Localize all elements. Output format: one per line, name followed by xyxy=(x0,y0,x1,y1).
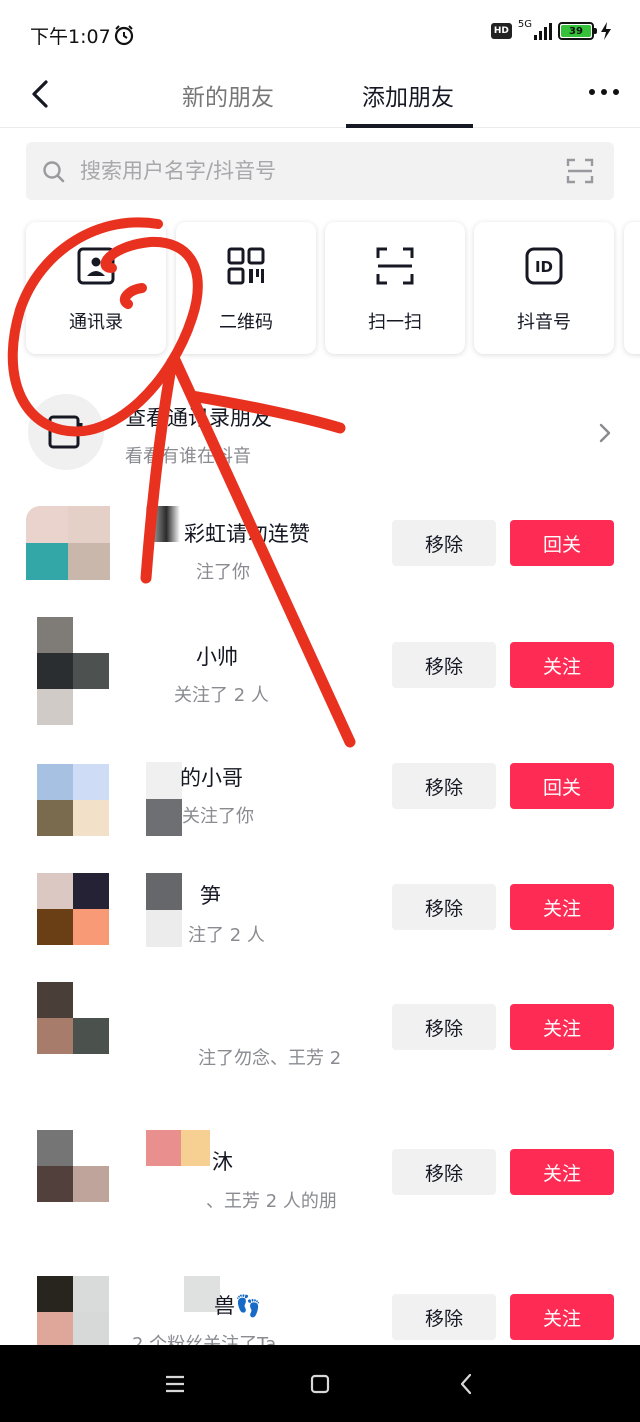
id-icon: ID xyxy=(525,247,563,285)
remove-button[interactable]: 移除 xyxy=(392,1294,496,1340)
search-box xyxy=(26,142,614,200)
tab-add-friends[interactable]: 添加朋友 xyxy=(362,78,454,112)
friend-avatar[interactable] xyxy=(37,982,109,1054)
quick-action-qr-code[interactable]: 二维码 xyxy=(176,222,316,354)
remove-button[interactable]: 移除 xyxy=(392,884,496,930)
quick-action-douyin-id[interactable]: ID 抖音号 xyxy=(474,222,614,354)
scan-icon[interactable] xyxy=(566,157,594,185)
friend-row: 兽👣 2 个粉丝关注了Ta 移除 关注 xyxy=(0,1274,640,1345)
remove-button[interactable]: 移除 xyxy=(392,642,496,688)
svg-text:ID: ID xyxy=(535,258,553,276)
friend-avatar[interactable] xyxy=(37,1130,109,1202)
follow-button[interactable]: 关注 xyxy=(510,1004,614,1050)
follow-button[interactable]: 关注 xyxy=(510,1294,614,1340)
remove-button[interactable]: 移除 xyxy=(392,1004,496,1050)
friend-avatar[interactable] xyxy=(26,506,110,580)
qr-code-icon xyxy=(227,247,265,285)
header: 新的朋友 添加朋友 xyxy=(0,60,640,128)
search-icon xyxy=(43,161,65,183)
friend-avatar[interactable] xyxy=(37,617,109,725)
quick-actions: 通讯录 二维码 扫一扫 ID 抖音号 xyxy=(0,222,640,356)
view-contacts-row[interactable]: 查看通讯录朋友 看看有谁在抖音 xyxy=(0,384,640,484)
remove-button[interactable]: 移除 xyxy=(392,763,496,809)
contacts-subtitle: 看看有谁在抖音 xyxy=(125,446,251,467)
signal-icon xyxy=(534,22,552,40)
quick-action-label: 通讯录 xyxy=(69,312,123,333)
follow-back-button[interactable]: 回关 xyxy=(510,763,614,809)
friend-row: 注了勿念、王芳 2 移除 关注 xyxy=(0,982,640,1072)
quick-action-contacts[interactable]: 通讯录 xyxy=(26,222,166,354)
blurred-name-mosaic xyxy=(146,506,180,542)
battery-icon: 39 xyxy=(558,22,597,40)
active-tab-indicator xyxy=(346,124,473,128)
friend-name: 小帅 xyxy=(196,645,238,669)
quick-action-more-peek[interactable] xyxy=(624,222,640,354)
follow-button[interactable]: 关注 xyxy=(510,1149,614,1195)
friend-avatar[interactable] xyxy=(37,764,109,836)
tab-new-friends[interactable]: 新的朋友 xyxy=(182,78,274,112)
contacts-avatar xyxy=(28,394,104,470)
friend-row: 笋 注了 2 人 移除 关注 xyxy=(0,870,640,950)
network-label: 5G xyxy=(517,19,532,30)
back-button[interactable] xyxy=(20,74,60,114)
more-options-button[interactable] xyxy=(586,82,622,102)
friend-row: 的小哥 关注了你 移除 回关 xyxy=(0,760,640,840)
quick-action-label: 二维码 xyxy=(219,312,273,333)
friend-avatar[interactable] xyxy=(37,873,109,945)
friend-name: 笋 xyxy=(200,884,221,908)
back-nav-button[interactable] xyxy=(452,1369,482,1399)
friend-subtitle: 注了 2 人 xyxy=(188,925,265,946)
friend-name: 沐 xyxy=(212,1150,233,1174)
battery-level: 39 xyxy=(561,25,591,37)
follow-button[interactable]: 关注 xyxy=(510,642,614,688)
quick-action-label: 扫一扫 xyxy=(368,312,422,333)
alarm-clock-icon xyxy=(114,25,134,46)
friend-name: 彩虹请勿连赞 xyxy=(184,522,310,546)
scan-icon xyxy=(376,247,414,285)
friend-subtitle: 关注了你 xyxy=(182,806,254,827)
friend-subtitle: 2 个粉丝关注了Ta xyxy=(132,1334,277,1345)
friend-subtitle: 、王芳 2 人的朋 xyxy=(206,1191,337,1212)
quick-action-scan[interactable]: 扫一扫 xyxy=(325,222,465,354)
friend-row: 沐 、王芳 2 人的朋 移除 关注 xyxy=(0,1128,640,1218)
menu-nav-button[interactable] xyxy=(160,1369,190,1399)
chevron-right-icon xyxy=(599,423,611,443)
friend-name: 的小哥 xyxy=(180,766,243,790)
contact-book-icon xyxy=(48,415,83,449)
follow-button[interactable]: 关注 xyxy=(510,884,614,930)
system-navigation-bar xyxy=(0,1345,640,1422)
friend-row: 小帅 关注了 2 人 移除 关注 xyxy=(0,617,640,727)
friend-name: 兽👣 xyxy=(214,1294,262,1318)
remove-button[interactable]: 移除 xyxy=(392,520,496,566)
remove-button[interactable]: 移除 xyxy=(392,1149,496,1195)
quick-action-label: 抖音号 xyxy=(517,312,571,333)
charging-icon xyxy=(601,22,611,40)
friend-avatar[interactable] xyxy=(37,1276,109,1345)
blurred-name-mosaic xyxy=(146,1130,210,1166)
home-nav-button[interactable] xyxy=(305,1369,335,1399)
follow-back-button[interactable]: 回关 xyxy=(510,520,614,566)
status-time: 下午1:07 xyxy=(30,26,111,48)
friend-subtitle: 注了你 xyxy=(196,562,250,583)
friend-row: 彩虹请勿连赞 注了你 移除 回关 xyxy=(0,506,640,606)
blurred-name-mosaic xyxy=(146,873,182,947)
friend-subtitle: 关注了 2 人 xyxy=(174,685,269,706)
hd-badge: HD xyxy=(490,23,512,39)
search-input[interactable] xyxy=(80,142,550,200)
blurred-name-mosaic xyxy=(146,762,182,836)
contact-card-icon xyxy=(77,247,115,285)
contacts-title: 查看通讯录朋友 xyxy=(125,406,272,430)
friend-subtitle: 注了勿念、王芳 2 xyxy=(198,1048,342,1069)
